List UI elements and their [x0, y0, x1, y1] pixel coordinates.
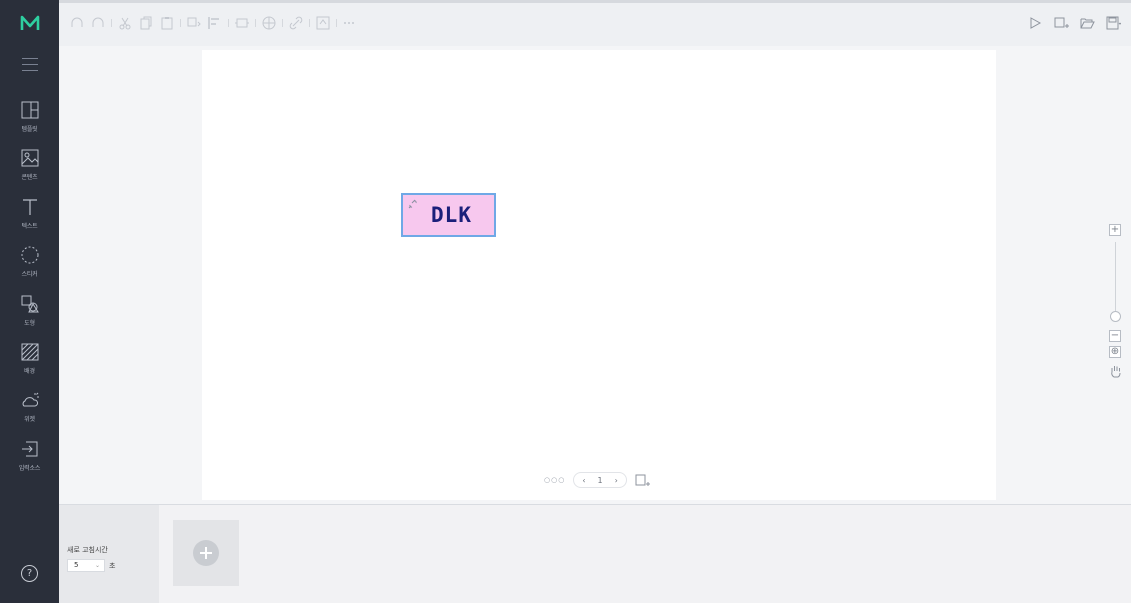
logo-icon: [20, 15, 39, 30]
help-icon[interactable]: ?: [21, 565, 38, 582]
play-icon[interactable]: [1027, 15, 1043, 31]
text-icon: [22, 199, 37, 215]
chevron-down-icon: ⌄: [94, 562, 100, 569]
zoom-fit-button[interactable]: ⊕: [1109, 346, 1121, 358]
weather-icon: [22, 392, 39, 407]
sidebar-item-label: 템플릿: [21, 126, 38, 133]
text-element-selected[interactable]: DLK: [401, 193, 496, 237]
new-layout-icon[interactable]: [1053, 15, 1069, 31]
sticker-icon: [21, 246, 38, 264]
more-icon[interactable]: [342, 15, 358, 31]
page-nav-pill: ‹ 1 ›: [573, 472, 627, 488]
toolbar: [59, 0, 1131, 46]
link-icon[interactable]: [288, 15, 304, 31]
undo-icon[interactable]: [69, 15, 85, 31]
scene-duration-box: 새로 고침시간 5 ⌄ 초: [59, 505, 159, 603]
canvas-area: DLK ○○○ ‹ 1 ›: [59, 46, 1131, 504]
background-icon: [21, 343, 38, 361]
hand-icon[interactable]: [1109, 364, 1122, 378]
sidebar-item-background[interactable]: 배경: [0, 342, 59, 375]
duration-value: 5: [74, 561, 79, 569]
sidebar-item-shape[interactable]: 도형: [0, 294, 59, 327]
sidebar-item-label: 위젯: [24, 416, 35, 423]
sidebar-item-contents[interactable]: 콘텐츠: [0, 148, 59, 181]
add-page-icon[interactable]: [635, 473, 651, 487]
add-scene-button[interactable]: [173, 520, 239, 586]
slide-page[interactable]: DLK: [202, 50, 996, 500]
next-page-button[interactable]: ›: [615, 476, 618, 485]
zoom-out-button[interactable]: −: [1109, 330, 1121, 342]
page-navigator: ○○○ ‹ 1 ›: [544, 472, 651, 488]
sidebar-item-text[interactable]: 텍스트: [0, 197, 59, 230]
sidebar-item-template[interactable]: 템플릿: [0, 100, 59, 133]
duration-unit: 초: [109, 562, 116, 570]
sidebar-item-widget[interactable]: 위젯: [0, 390, 59, 423]
plus-icon: [193, 540, 219, 566]
duration-label: 새로 고침시간: [67, 546, 108, 554]
cut-icon[interactable]: [117, 15, 133, 31]
sidebar-item-label: 콘텐츠: [21, 174, 38, 181]
redo-icon[interactable]: [90, 15, 106, 31]
align-icon[interactable]: [207, 15, 223, 31]
sidebar-item-label: 도형: [24, 320, 35, 327]
zoom-slider-track[interactable]: [1115, 242, 1116, 317]
shape-icon: [21, 295, 39, 313]
page-number: 1: [597, 475, 603, 485]
sidebar: 템플릿 콘텐츠 텍스트 스티커 도형 배경 위젯 입력소스 ?: [0, 0, 59, 603]
sidebar-item-label: 텍스트: [21, 223, 38, 230]
duration-select[interactable]: 5 ⌄: [67, 559, 105, 572]
arrange-icon[interactable]: [186, 15, 202, 31]
sidebar-item-input-source[interactable]: 입력소스: [0, 439, 59, 472]
globe-icon[interactable]: [261, 15, 277, 31]
sidebar-item-label: 스티커: [21, 271, 38, 278]
effect-icon[interactable]: [315, 15, 331, 31]
image-icon: [21, 149, 38, 167]
save-icon[interactable]: [1105, 15, 1121, 31]
scene-panel: 새로 고침시간 5 ⌄ 초: [59, 504, 1131, 603]
sidebar-item-sticker[interactable]: 스티커: [0, 245, 59, 278]
zoom-controls: + − ⊕: [1109, 224, 1123, 384]
template-icon: [21, 101, 38, 119]
open-folder-icon[interactable]: [1079, 15, 1095, 31]
input-source-icon: [21, 441, 37, 457]
sidebar-item-label: 배경: [24, 368, 35, 375]
distribute-icon[interactable]: [234, 15, 250, 31]
link-icon: [408, 199, 417, 209]
paste-icon[interactable]: [159, 15, 175, 31]
page-overview-icon[interactable]: ○○○: [544, 476, 565, 484]
zoom-slider-handle[interactable]: [1110, 311, 1121, 323]
prev-page-button[interactable]: ‹: [582, 476, 585, 485]
sidebar-item-label: 입력소스: [18, 465, 41, 472]
app-logo[interactable]: [0, 0, 59, 46]
copy-icon[interactable]: [138, 15, 154, 31]
zoom-in-button[interactable]: +: [1109, 224, 1121, 236]
text-element-content: DLK: [431, 203, 472, 227]
menu-icon[interactable]: [22, 58, 38, 72]
